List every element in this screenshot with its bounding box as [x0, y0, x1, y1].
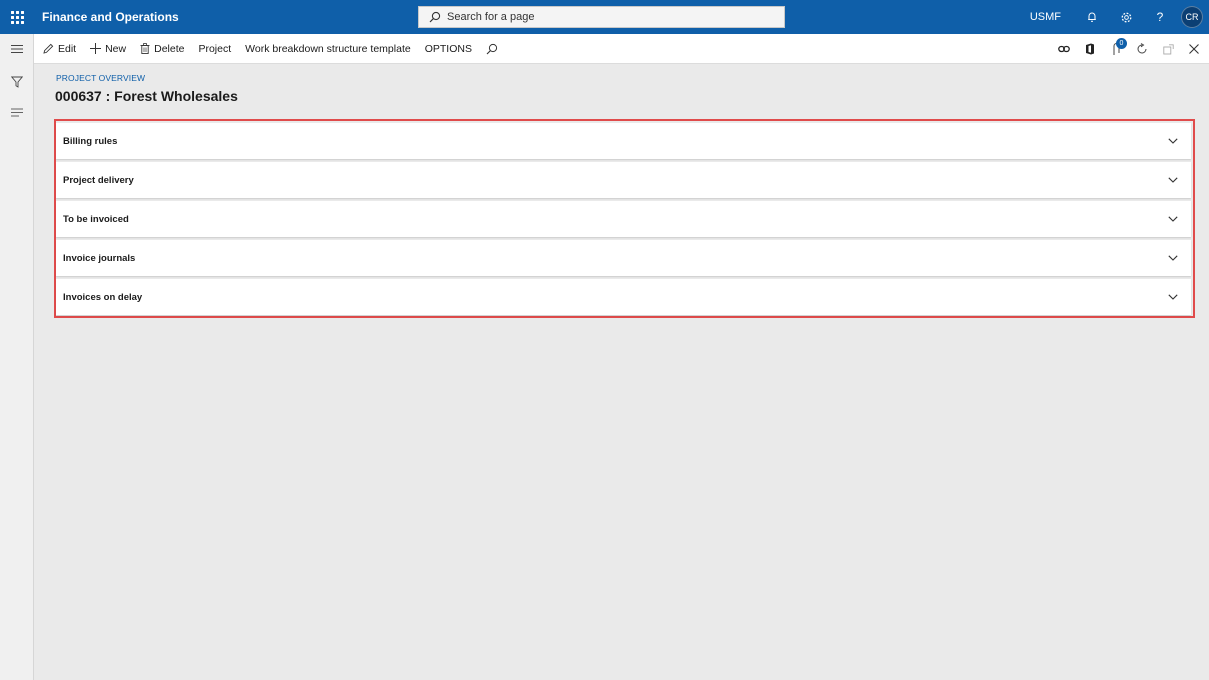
attachments-button[interactable]: 0 [1103, 34, 1129, 64]
refresh-button[interactable] [1129, 34, 1155, 64]
search-icon [429, 11, 441, 23]
trash-icon [140, 43, 150, 54]
popout-icon [1162, 43, 1174, 54]
office-button[interactable] [1077, 34, 1103, 64]
fasttab-to-be-invoiced[interactable]: To be invoiced [56, 201, 1191, 237]
top-navigation-bar: Finance and Operations USMF ? CR [0, 0, 1209, 34]
new-button[interactable]: New [83, 34, 133, 64]
edit-label: Edit [58, 42, 77, 55]
fasttab-invoice-journals[interactable]: Invoice journals [56, 240, 1191, 276]
hamburger-icon [11, 45, 23, 53]
filter-icon [11, 76, 23, 88]
company-picker[interactable]: USMF [1030, 11, 1061, 23]
search-icon [486, 43, 498, 54]
office-icon [1086, 43, 1094, 55]
fasttab-label: Project delivery [63, 174, 134, 186]
project-tab[interactable]: Project [191, 34, 238, 64]
fasttab-billing-rules[interactable]: Billing rules [56, 123, 1191, 159]
navigation-rail [0, 34, 34, 680]
question-mark-icon: ? [1156, 10, 1164, 24]
options-tab[interactable]: OPTIONS [418, 34, 479, 64]
chevron-down-icon [1166, 173, 1180, 187]
edit-button[interactable]: Edit [34, 34, 83, 64]
fasttab-invoices-on-delay[interactable]: Invoices on delay [56, 279, 1191, 315]
waffle-icon [10, 10, 24, 24]
close-icon [1189, 44, 1199, 54]
fasttab-label: Billing rules [63, 135, 118, 147]
pencil-icon [43, 43, 54, 54]
gear-icon [1121, 12, 1131, 22]
user-avatar[interactable]: CR [1181, 6, 1203, 28]
bell-icon [1088, 12, 1096, 22]
search-input[interactable] [447, 11, 747, 23]
action-search-button[interactable] [479, 34, 509, 64]
chevron-down-icon [1166, 212, 1180, 226]
link-button[interactable] [1051, 34, 1077, 64]
notifications-button[interactable] [1075, 0, 1109, 34]
hamburger-menu-button[interactable] [0, 34, 34, 64]
fasttab-label: Invoices on delay [63, 291, 143, 303]
filter-button[interactable] [0, 67, 34, 97]
page-search-box[interactable] [418, 6, 785, 28]
list-lines-icon [11, 108, 23, 116]
related-info-button[interactable] [0, 97, 34, 127]
chevron-down-icon [1166, 251, 1180, 265]
plus-icon [90, 43, 102, 54]
action-pane: Edit New Delete Project Work breakdown s… [34, 34, 1209, 64]
delete-label: Delete [154, 42, 185, 55]
fasttab-label: Invoice journals [63, 252, 136, 264]
page-caption: PROJECT OVERVIEW [56, 73, 146, 83]
app-launcher-button[interactable] [0, 0, 34, 34]
app-title[interactable]: Finance and Operations [42, 10, 179, 24]
attachment-count-badge: 0 [1116, 38, 1127, 49]
wbs-template-tab[interactable]: Work breakdown structure template [238, 34, 418, 64]
chevron-down-icon [1166, 290, 1180, 304]
chevron-down-icon [1166, 134, 1180, 148]
fasttab-project-delivery[interactable]: Project delivery [56, 162, 1191, 198]
link-icon [1058, 45, 1070, 53]
delete-button[interactable]: Delete [133, 34, 191, 64]
close-button[interactable] [1181, 34, 1207, 64]
new-label: New [105, 42, 127, 55]
page-title: 000637 : Forest Wholesales [55, 88, 238, 104]
refresh-icon [1137, 43, 1147, 54]
settings-button[interactable] [1109, 0, 1143, 34]
fasttab-label: To be invoiced [63, 213, 129, 225]
open-new-window-button[interactable] [1155, 34, 1181, 64]
help-button[interactable]: ? [1143, 0, 1177, 34]
